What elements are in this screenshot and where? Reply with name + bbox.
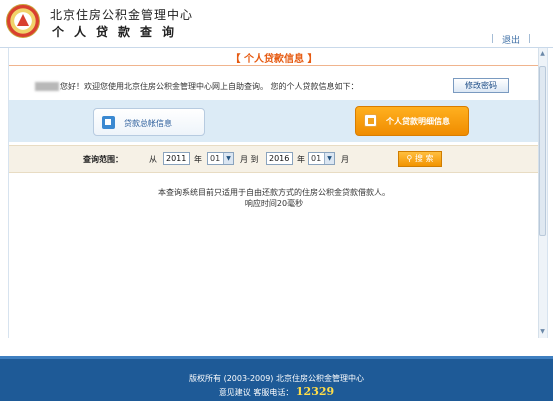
document-icon: [364, 114, 377, 127]
footer: 版权所有 (2003-2009) 北京住房公积金管理中心 意见建议 客服电话： …: [0, 356, 553, 401]
section-title: 【 个人贷款信息 】: [230, 54, 318, 65]
month-label: 月: [341, 155, 349, 164]
notice: 本查询系统目前只适用于自由还款方式的住房公积金贷款借款人。 响应时间20毫秒: [9, 187, 539, 209]
scrollbar[interactable]: ▲ ▼: [538, 48, 547, 338]
start-month-value: 01: [210, 154, 221, 163]
scroll-thumb[interactable]: [539, 66, 546, 236]
exit-link[interactable]: 退出: [502, 33, 520, 46]
logo-icon: [6, 4, 40, 38]
loan-summary-button[interactable]: 贷款总帐信息: [93, 108, 205, 136]
function-bar: 贷款总帐信息 个人贷款明细信息: [9, 100, 539, 142]
header-actions: | 退出 |: [483, 32, 539, 46]
system-name: 个人贷款查询: [52, 25, 185, 39]
end-month-value: 01: [311, 154, 322, 163]
change-password-button[interactable]: 修改密码: [453, 78, 509, 93]
contact-line: 意见建议 客服电话： 12329: [0, 385, 553, 398]
month-to-label: 月 到: [240, 155, 259, 164]
response-time: 响应时间20毫秒: [244, 199, 304, 208]
loan-detail-label: 个人贷款明细信息: [386, 117, 450, 126]
end-year-input[interactable]: 2016: [266, 152, 293, 165]
search-label: 搜 索: [414, 154, 434, 163]
hotline-label: 客服电话：: [253, 388, 294, 397]
query-range-label: 查询范围：: [83, 155, 123, 164]
year-label: 年: [297, 155, 305, 164]
loan-detail-button[interactable]: 个人贷款明细信息: [355, 106, 469, 136]
chevron-down-icon: ▼: [324, 153, 334, 164]
from-label: 从: [149, 155, 157, 164]
document-icon: [102, 116, 115, 129]
end-month-select[interactable]: 01 ▼: [308, 152, 335, 165]
org-name: 北京住房公积金管理中心: [50, 8, 194, 22]
loan-summary-label: 贷款总帐信息: [124, 119, 172, 128]
search-icon: ⚲: [406, 154, 415, 163]
redacted-username: [35, 82, 59, 91]
divider: |: [527, 34, 531, 44]
search-button[interactable]: ⚲ 搜 索: [398, 151, 442, 167]
title-divider: [9, 65, 539, 66]
welcome-text: 您好！欢迎您使用北京住房公积金管理中心网上自助查询。 您的个人贷款信息如下：: [60, 82, 359, 91]
start-year-input[interactable]: 2011: [163, 152, 190, 165]
scroll-up-icon[interactable]: ▲: [539, 50, 546, 58]
copyright: 版权所有 (2003-2009) 北京住房公积金管理中心: [189, 374, 364, 383]
welcome-message: 您好！欢迎您使用北京住房公积金管理中心网上自助查询。 您的个人贷款信息如下：: [35, 81, 359, 92]
query-bar: 查询范围： 从 2011 年 01 ▼ 月 到 2016 年 01 ▼ 月 ⚲ …: [9, 145, 539, 173]
header: 北京住房公积金管理中心 个人贷款查询 | 退出 |: [0, 0, 553, 48]
hotline-number: 12329: [295, 385, 335, 398]
content-frame: 【 个人贷款信息 】 您好！欢迎您使用北京住房公积金管理中心网上自助查询。 您的…: [8, 48, 548, 338]
start-month-select[interactable]: 01 ▼: [207, 152, 234, 165]
year-label: 年: [194, 155, 202, 164]
notice-line: 本查询系统目前只适用于自由还款方式的住房公积金贷款借款人。: [158, 188, 390, 197]
chevron-down-icon: ▼: [223, 153, 233, 164]
scroll-down-icon[interactable]: ▼: [539, 328, 546, 336]
divider: |: [490, 34, 494, 44]
feedback-link[interactable]: 意见建议: [219, 388, 251, 397]
